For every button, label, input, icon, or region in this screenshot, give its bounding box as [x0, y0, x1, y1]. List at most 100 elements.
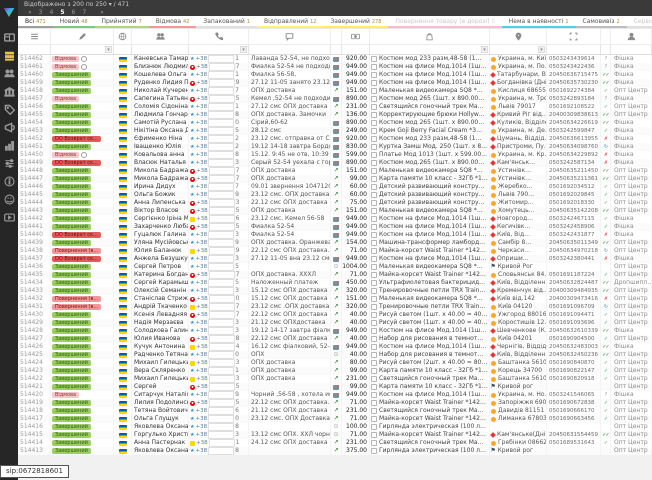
video-icon[interactable]	[3, 211, 15, 223]
client-column-icon[interactable]	[132, 29, 189, 44]
filter-client[interactable]	[132, 45, 189, 54]
table-row[interactable]: 514460 Завершений Кошелева Ольга Ар… ★ +…	[18, 71, 652, 79]
filter-address[interactable]: ▾	[490, 45, 547, 54]
table-row[interactable]: 514441 Завершений Захарченко Люба +38 5 …	[18, 223, 652, 231]
filter-product[interactable]: ▾	[370, 45, 490, 54]
filter-country[interactable]	[114, 45, 132, 54]
table-row[interactable]: 514416 Завершений Яковлева Оксана ★ +38 …	[18, 423, 652, 431]
marketing-icon[interactable]	[3, 121, 15, 133]
status-tab[interactable]: Прийнятий7	[95, 16, 149, 28]
id-column-icon[interactable]	[18, 29, 51, 44]
status-tab[interactable]: Новий48	[53, 16, 95, 28]
table-row[interactable]: 514453 Завершений Нікітіна Оксана Дми… ★…	[18, 127, 652, 135]
table-row[interactable]: 514456 Завершений Соломія Сідоніна ★ +38…	[18, 103, 652, 111]
table-row[interactable]: 514433 Завершений Олексій Семанін ★ +38 …	[18, 287, 652, 295]
status-tab[interactable]: Самовивіз2	[576, 16, 627, 28]
table-row[interactable]: 514450 Відмова Ковальова анна ★ +38 8 15…	[18, 151, 652, 159]
phone-column-icon[interactable]	[189, 29, 249, 44]
filter-dropdown-icon[interactable]: ▾	[240, 46, 247, 53]
table-row[interactable]: 514445 Завершений Ольга Божик ★ +38 9 23…	[18, 191, 652, 199]
page-number[interactable]: 7	[82, 9, 86, 16]
table-row[interactable]: 514442 Завершений Сергієнко Іріна Ми… +3…	[18, 215, 652, 223]
table-row[interactable]: 514439 Завершений Уляна Мусійовська ★ +3…	[18, 239, 652, 247]
table-row[interactable]: 514422 Завершений Михаил Гилецький +38 3…	[18, 375, 652, 383]
table-row[interactable]: 514454 Завершений Самотій Руслана Во… ★ …	[18, 119, 652, 127]
dashboard-icon[interactable]	[3, 31, 15, 43]
orders-icon[interactable]	[3, 49, 15, 61]
price-column-icon[interactable]	[342, 29, 370, 44]
filter-comment[interactable]	[249, 45, 331, 54]
table-row[interactable]: 514461 Відмова Близнюк Людмила … +38 7 Ф…	[18, 63, 652, 71]
table-row[interactable]: 514413 Завершений Яковлева Оксана ★ +38 …	[18, 447, 652, 455]
table-row[interactable]: 514431 Повернення (в... Андрій Ткаченко …	[18, 303, 652, 311]
table-row[interactable]: 514418 Завершений Тетяна Войтович ★ +38 …	[18, 407, 652, 415]
table-row[interactable]: 514428 Завершений Солодкова Галина В… ★ …	[18, 327, 652, 335]
table-row[interactable]: 514427 Завершений Юлия Иванова +38 8 22.…	[18, 335, 652, 343]
table-row[interactable]: 514415 Завершений Горгулько Христина… ★ …	[18, 431, 652, 439]
table-row[interactable]: 514426 Завершений Кучук Антонина +38 4 1…	[18, 343, 652, 351]
status-tab[interactable]: Відмова42	[149, 16, 197, 28]
table-row[interactable]: 514462 Відмова Каневська Тамара … ★ +38 …	[18, 55, 652, 63]
company-icon[interactable]	[3, 85, 15, 97]
filter-dropdown-icon[interactable]: ▾	[481, 46, 488, 53]
table-row[interactable]: 514423 Завершений Вера Скляренко ★ +38 1…	[18, 367, 652, 375]
support-icon[interactable]	[3, 193, 15, 205]
table-row[interactable]: 514432 Повернення (в... Станіслав Стрижа…	[18, 295, 652, 303]
manager-column-icon[interactable]	[611, 29, 652, 44]
table-row[interactable]: 514434 Завершений Сергей Карамышев ★ +38…	[18, 279, 652, 287]
page-number[interactable]: 5	[60, 9, 64, 16]
table-row[interactable]: 514459 Завершений Руденко Лидия Пав… +38…	[18, 79, 652, 87]
products-icon[interactable]	[3, 103, 15, 115]
status-tab[interactable]: Запакований1	[196, 16, 257, 28]
table-row[interactable]: 514414 Завершений Анна Пастернак +38 1 2…	[18, 439, 652, 447]
table-row[interactable]: 514449 DO Возврат ск... Власюк Наталья ★…	[18, 159, 652, 167]
table-row[interactable]: 514421 Завершений Сергей +38 5 99.00 Кар…	[18, 383, 652, 391]
status-tab[interactable]: Завершений278	[323, 16, 388, 28]
filter-dropdown-icon[interactable]: ▾	[105, 46, 112, 53]
table-row[interactable]: 514429 Завершений Надія Мерзаєва ★ +38 3…	[18, 319, 652, 327]
filter-id[interactable]	[18, 45, 51, 54]
table-row[interactable]: 514452 DO Возврат ск... Єфименко Ніна ★ …	[18, 135, 652, 143]
filter-phone[interactable]: ▾	[189, 45, 249, 54]
page-number[interactable]: 4	[50, 9, 54, 16]
table-row[interactable]: 514438 Повернення (в... Юлия Баланюк +38…	[18, 247, 652, 255]
filter-status[interactable]: ▾	[51, 45, 114, 54]
table-row[interactable]: 514417 Завершений Ольга Глущук ★ +38 0 2…	[18, 415, 652, 423]
comment-column-icon[interactable]	[249, 29, 331, 44]
table-row[interactable]: 514435 Завершений Катерина Богданова +38…	[18, 271, 652, 279]
clients-icon[interactable]	[3, 67, 15, 79]
table-row[interactable]: 514457 Відмова Сапегина Татьяна С… +38 5…	[18, 95, 652, 103]
status-tab[interactable]: Всі471	[18, 16, 53, 28]
status-column-icon[interactable]	[51, 29, 114, 44]
address-column-icon[interactable]	[490, 29, 547, 44]
table-row[interactable]: 514420 Відмова Ситарчук Наталія Гр… ★ +3…	[18, 391, 652, 399]
status-tab[interactable]: Відправлений12	[257, 16, 324, 28]
table-row[interactable]: 514430 Завершений Ксенія Левадняя +38 7 …	[18, 311, 652, 319]
reports-icon[interactable]	[3, 139, 15, 151]
filter-tracking[interactable]	[547, 45, 601, 54]
settings-icon[interactable]	[3, 157, 15, 169]
info-icon[interactable]	[3, 175, 15, 187]
table-row[interactable]: 514443 Завершений Віктор Власов +38 5 ОП…	[18, 207, 652, 215]
table-row[interactable]: 514419 Завершений Лилия Подолинская +38 …	[18, 399, 652, 407]
status-tab[interactable]: Сервіси0	[627, 16, 652, 28]
page-number[interactable]: 3	[39, 9, 43, 16]
table-row[interactable]: 514448 Завершений Микола Бадражан +38 7 …	[18, 167, 652, 175]
status-tab[interactable]: Нема в наявності1	[502, 16, 576, 28]
table-row[interactable]: 514447 Завершений Микола Бадражан +38 7 …	[18, 175, 652, 183]
country-column-icon[interactable]	[114, 29, 132, 44]
table-row[interactable]: 514424 Завершений Михаил Гилецький +38 3…	[18, 359, 652, 367]
status-tab[interactable]: Повернення товару (в дорозі)0	[388, 16, 501, 28]
product-column-icon[interactable]	[370, 29, 490, 44]
table-row[interactable]: 514446 Завершений Ирина Дидух ★ +38 7 09…	[18, 183, 652, 191]
filter-manager[interactable]	[611, 45, 652, 54]
table-row[interactable]: 514451 Завершений Іващенко Юлія ★ +38 2 …	[18, 143, 652, 151]
table-row[interactable]: 514437 DO Возврат ск... Анжела Безушку ★…	[18, 255, 652, 263]
filter-dropdown-icon[interactable]: ▾	[538, 46, 545, 53]
filter-price[interactable]	[342, 45, 370, 54]
table-row[interactable]: 514436 Завершений Сергей Петров ★ +38 5 …	[18, 263, 652, 271]
tracking-column-icon[interactable]	[547, 29, 601, 44]
table-row[interactable]: 514444 Завершений Анна Липенська +38 3 2…	[18, 199, 652, 207]
table-row[interactable]: 514458 Завершений Николай Кучеренко ★ +3…	[18, 87, 652, 95]
page-size-dropdown[interactable]: ▾	[109, 1, 112, 8]
